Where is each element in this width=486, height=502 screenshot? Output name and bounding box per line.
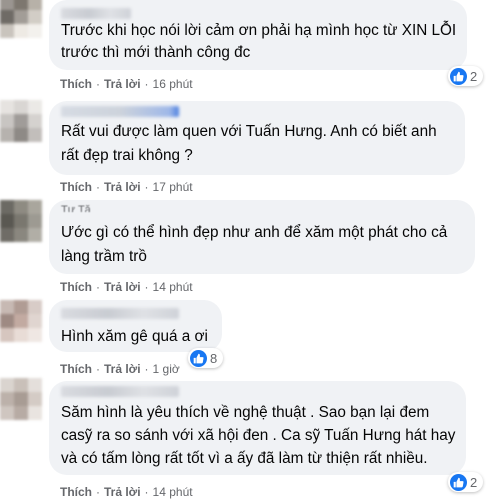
comment: Săm hình là yêu thích về nghệ thuật . Sa…: [0, 378, 486, 502]
comment-time[interactable]: 1 giờ: [153, 362, 180, 376]
comment-text-line: làng trầm trồ: [61, 248, 147, 265]
comment-bubble: Rất vui được làm quen với Tuấn Hưng. Anh…: [49, 101, 465, 175]
reply-link[interactable]: Trả lời: [104, 485, 141, 499]
comment-actions: Thích · Trả lời · 14 phút: [60, 280, 193, 294]
reply-link[interactable]: Trả lời: [104, 77, 141, 91]
blurred-author-name: [61, 8, 131, 19]
like-link[interactable]: Thích: [60, 362, 92, 376]
reply-link[interactable]: Trả lời: [104, 280, 141, 294]
separator: ·: [96, 485, 100, 499]
comment: Tư Tă Ước gì có thể hình đẹp như anh để …: [0, 200, 486, 300]
reaction-badge[interactable]: 8: [188, 348, 224, 368]
like-link[interactable]: Thích: [60, 280, 92, 294]
avatar[interactable]: [0, 0, 42, 38]
avatar[interactable]: [0, 378, 42, 420]
blurred-author-name: [61, 106, 179, 117]
reaction-count: 8: [210, 350, 218, 366]
blurred-author-name: Tư Tă: [61, 204, 91, 212]
reply-link[interactable]: Trả lời: [104, 362, 141, 376]
avatar[interactable]: [0, 300, 42, 342]
blurred-author-name: [61, 308, 179, 319]
comment-text-line: Ước gì có thể hình đẹp như anh để xăm mộ…: [61, 224, 448, 241]
like-thumb-icon: [190, 349, 207, 367]
comment-time[interactable]: 16 phút: [153, 77, 193, 91]
comment-actions: Thích · Trả lời · 17 phút: [60, 180, 193, 194]
reply-link[interactable]: Trả lời: [104, 180, 141, 194]
comment-time[interactable]: 14 phút: [153, 280, 193, 294]
comment-actions: Thích · Trả lời · 14 phút: [60, 485, 193, 499]
like-link[interactable]: Thích: [60, 485, 92, 499]
separator: ·: [96, 362, 100, 376]
reaction-badge[interactable]: 2: [448, 66, 484, 86]
separator: ·: [144, 362, 149, 376]
avatar[interactable]: [0, 200, 42, 242]
comment-bubble: Hình xăm gê quá a ơi: [49, 300, 222, 352]
comment-time[interactable]: 14 phút: [153, 485, 193, 499]
comment-actions: Thích · Trả lời · 16 phút: [60, 77, 193, 91]
separator: ·: [144, 180, 149, 194]
comment-time[interactable]: 17 phút: [153, 180, 193, 194]
like-link[interactable]: Thích: [60, 180, 92, 194]
comment-text-line: trước thì mới thành công đc: [61, 44, 251, 61]
separator: ·: [96, 180, 100, 194]
avatar[interactable]: [0, 100, 42, 142]
comment-actions: Thích · Trả lời · 1 giờ: [60, 362, 180, 376]
like-link[interactable]: Thích: [60, 77, 92, 91]
separator: ·: [96, 77, 100, 91]
like-thumb-icon: [450, 67, 467, 85]
comment-bubble: Tư Tă Ước gì có thể hình đẹp như anh để …: [49, 200, 475, 274]
separator: ·: [144, 77, 149, 91]
separator: ·: [96, 280, 100, 294]
reaction-badge[interactable]: 2: [448, 472, 484, 492]
comment-text-line: rất đẹp trai không ?: [61, 147, 193, 164]
comment-bubble: Trước khi học nói lời cảm ơn phải hạ mìn…: [49, 0, 467, 70]
comment-text-line: Hình xăm gê quá a ơi: [61, 328, 208, 345]
comment-text-line: casỹ ra so sánh với xã hội đen . Ca sỹ T…: [61, 427, 456, 444]
comment-bubble: Săm hình là yêu thích về nghệ thuật . Sa…: [49, 381, 466, 475]
reaction-count: 2: [470, 68, 478, 84]
separator: ·: [144, 485, 149, 499]
like-thumb-icon: [450, 473, 467, 491]
comment-text-line: Săm hình là yêu thích về nghệ thuật . Sa…: [61, 404, 430, 421]
comment-text-line: Trước khi học nói lời cảm ơn phải hạ mìn…: [61, 22, 457, 39]
comment: Trước khi học nói lời cảm ơn phải hạ mìn…: [0, 0, 486, 100]
comment-text-line: Rất vui được làm quen với Tuấn Hưng. Anh…: [61, 123, 437, 140]
reaction-count: 2: [470, 474, 478, 490]
comment: Hình xăm gê quá a ơi 8 Thích · Trả lời · 1 g…: [0, 300, 486, 378]
comment-text-line: và có tấm lòng rất tốt vì a ấy đã làm từ…: [61, 450, 428, 467]
comment: Rất vui được làm quen với Tuấn Hưng. Anh…: [0, 100, 486, 200]
separator: ·: [144, 280, 149, 294]
blurred-author-name: [61, 386, 179, 397]
